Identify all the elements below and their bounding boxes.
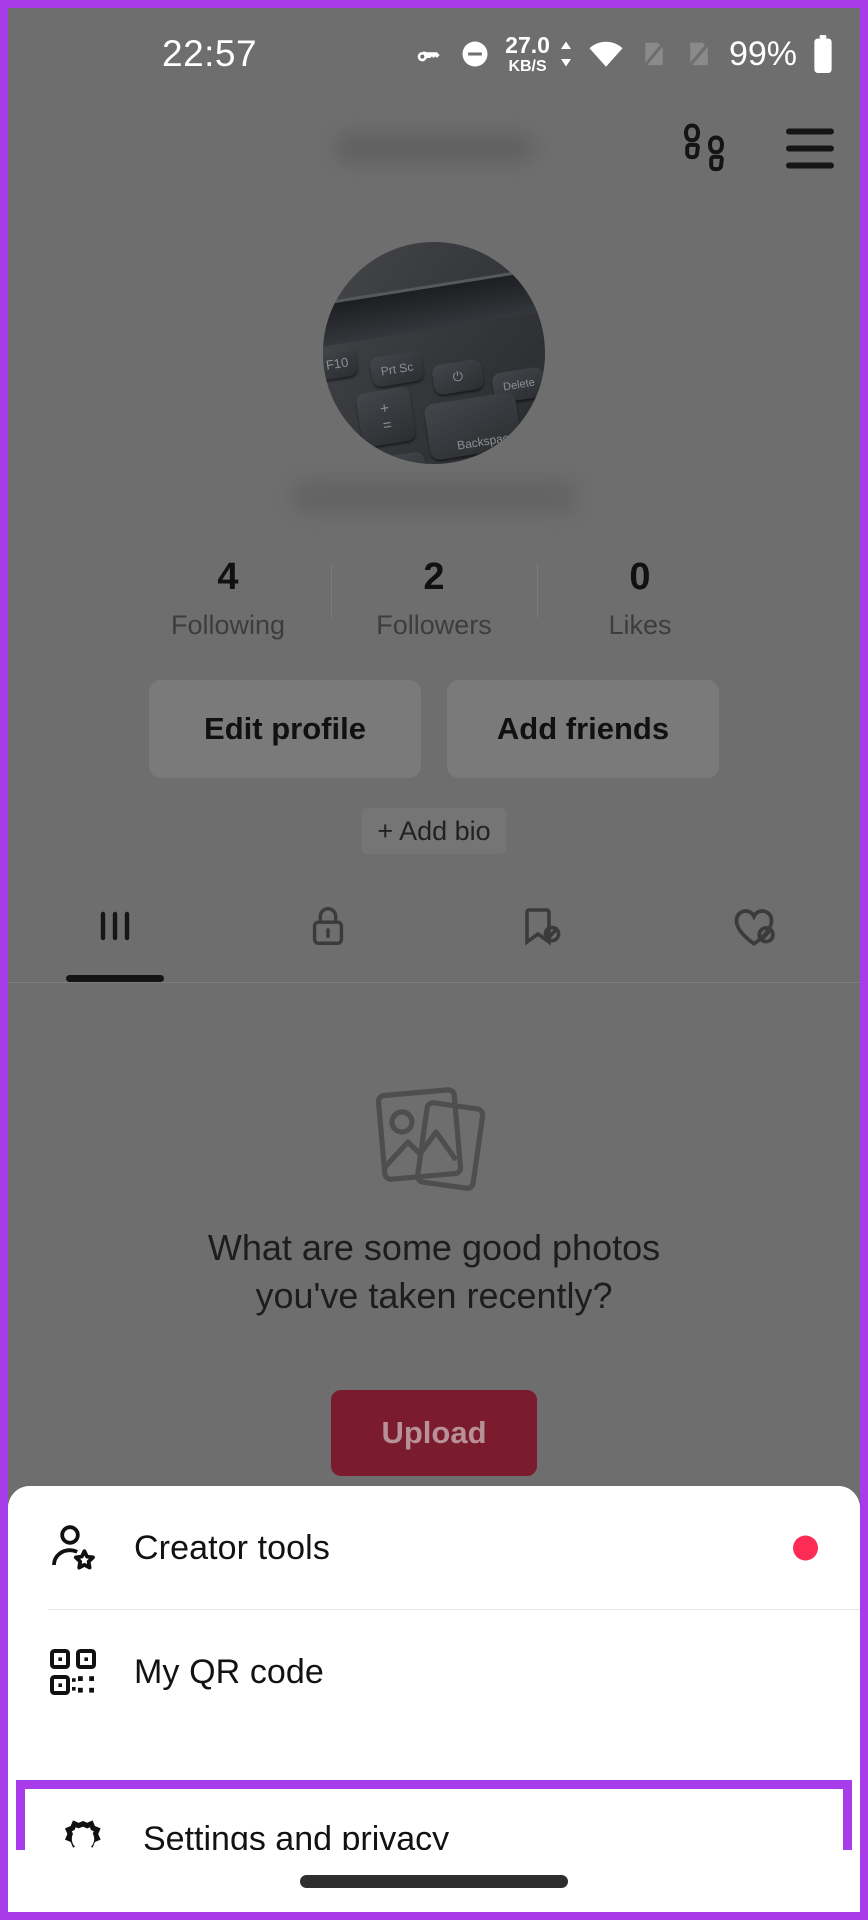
hamburger-line-2 (786, 145, 834, 151)
stat-followers-count: 2 (423, 556, 445, 598)
phone-screen: 22:57 27.0 KB/S 99% F10 Prt Sc ⏻ Delete … (8, 8, 860, 1912)
photos-stack-icon (368, 1078, 500, 1201)
network-speed-unit: KB/S (508, 57, 547, 75)
username-redacted (334, 133, 534, 163)
profile-stats: 4 Following 2 Followers 0 Likes (8, 556, 860, 641)
menu-item-creator-tools-label: Creator tools (134, 1528, 330, 1567)
home-gesture-pill[interactable] (300, 1874, 568, 1888)
stat-followers-label: Followers (376, 609, 492, 640)
profile-tabs (8, 884, 860, 982)
add-friends-button[interactable]: Add friends (447, 680, 719, 778)
network-speed-value: 27.0 (505, 31, 550, 58)
creator-tools-notification-dot (793, 1535, 818, 1561)
stat-followers[interactable]: 2 Followers (331, 556, 537, 641)
stat-likes-count: 0 (629, 556, 651, 598)
avatar[interactable]: F10 Prt Sc ⏻ Delete += Backspace ] \ (323, 242, 545, 464)
wifi-icon (588, 39, 624, 69)
system-navigation-bar (8, 1850, 860, 1912)
menu-item-creator-tools[interactable]: Creator tools (8, 1486, 860, 1610)
add-bio-button[interactable]: + Add bio (361, 808, 507, 854)
stat-following-label: Following (170, 609, 286, 640)
stat-likes[interactable]: 0 Likes (537, 556, 743, 641)
liked-tab[interactable] (647, 884, 860, 968)
posts-tab[interactable] (8, 884, 221, 982)
stat-likes-label: Likes (608, 609, 672, 640)
hamburger-line-1 (786, 128, 834, 134)
qr-code-icon (48, 1647, 106, 1697)
do-not-disturb-icon (460, 39, 490, 69)
annotated-screenshot: 22:57 27.0 KB/S 99% F10 Prt Sc ⏻ Delete … (0, 0, 868, 1920)
creator-tools-icon (48, 1522, 106, 1574)
network-speed-indicator: 27.0 KB/S (505, 31, 550, 75)
profile-action-buttons: Edit profile Add friends (8, 680, 860, 778)
edit-profile-button[interactable]: Edit profile (149, 680, 421, 778)
sim-none-icon-2 (684, 39, 714, 69)
upload-button[interactable]: Upload (331, 1390, 537, 1476)
status-clock: 22:57 (162, 33, 258, 74)
hamburger-line-3 (786, 162, 834, 168)
vpn-key-icon (413, 38, 445, 70)
private-tab[interactable] (221, 884, 434, 968)
status-icons: 27.0 KB/S 99% (413, 31, 834, 75)
saved-tab[interactable] (434, 884, 647, 968)
topbar-icon-group (682, 119, 834, 178)
battery-icon (812, 35, 834, 73)
profile-topbar (8, 100, 860, 196)
tabs-divider (8, 982, 860, 983)
stat-following[interactable]: 4 Following (125, 556, 331, 641)
handle-redacted (291, 480, 577, 514)
stat-following-count: 4 (217, 556, 239, 598)
hamburger-menu-icon[interactable] (786, 128, 834, 168)
menu-item-my-qr-code[interactable]: My QR code (8, 1610, 860, 1734)
menu-item-my-qr-code-label: My QR code (134, 1652, 324, 1691)
empty-state-prompt: What are some good photos you've taken r… (207, 1227, 661, 1316)
sim-none-icon-1 (639, 39, 669, 69)
status-bar: 22:57 27.0 KB/S 99% (8, 8, 860, 100)
data-transfer-arrows-icon (559, 39, 573, 69)
footprints-icon[interactable] (682, 119, 734, 178)
battery-percent-label: 99% (728, 34, 797, 73)
active-tab-underline (65, 975, 164, 982)
